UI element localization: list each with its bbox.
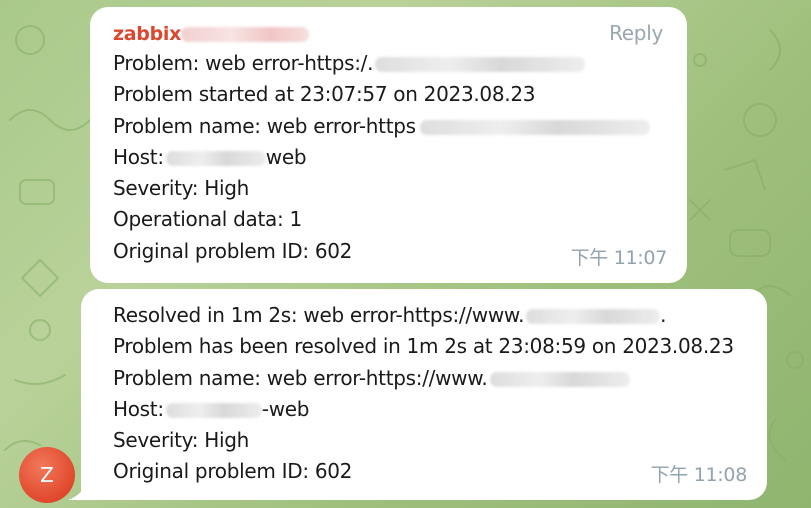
problem-name-text: Problem name: web error-https [113,113,416,138]
redacted-url [375,57,586,72]
message-line-severity: Severity: High [113,428,250,453]
message-line-severity: Severity: High [113,176,250,201]
host-label: Host: [113,144,164,169]
message-line-name: Problem name: web error-https://www. [113,363,743,394]
message-timestamp: 下午 11:08 [650,463,748,486]
redacted-sender-suffix [181,27,310,42]
avatar-initial: Z [40,463,54,487]
resolved-in-text: Resolved in 1m 2s: web error-https://www… [113,303,525,327]
redacted-url [489,371,630,387]
message-header: zabbix Reply [113,19,663,48]
problem-name-text: Problem name: web error-https://www. [113,365,488,390]
message-line-name: Problem name: web error-https [113,111,663,142]
host-label: Host: [113,396,164,421]
message-line-original-id: Original problem ID: 602 [113,459,353,484]
redacted-url [526,309,661,324]
message-line-resolved-in: Resolved in 1m 2s: web error-https://www… [113,300,743,331]
user-avatar-icon[interactable]: Z [19,447,75,503]
message-line-resolved-at: Problem has been resolved in 1m 2s at 23… [113,334,734,359]
redacted-url [419,119,650,135]
host-suffix: -web [261,396,310,421]
message-line-host: Host: web [113,142,663,173]
message-timestamp: 下午 11:07 [570,246,668,269]
problem-text: Problem: web error-https:/. [113,51,374,75]
message-line-started: Problem started at 23:07:57 on 2023.08.2… [113,82,536,107]
redacted-host [165,402,262,418]
message-bubble-problem[interactable]: zabbix Reply Problem: web error-https:/.… [90,7,687,283]
message-line-operational: Operational data: 1 [113,207,302,232]
message-line-problem: Problem: web error-https:/. [113,48,663,79]
redacted-host [165,150,266,166]
resolved-in-end: . [660,303,667,327]
message-bubble-resolved[interactable]: Resolved in 1m 2s: web error-https://www… [81,289,767,500]
host-suffix: web [265,144,307,169]
reply-button[interactable]: Reply [609,19,663,48]
sender-name[interactable]: zabbix [113,23,181,45]
message-line-host: Host: -web [113,394,743,425]
